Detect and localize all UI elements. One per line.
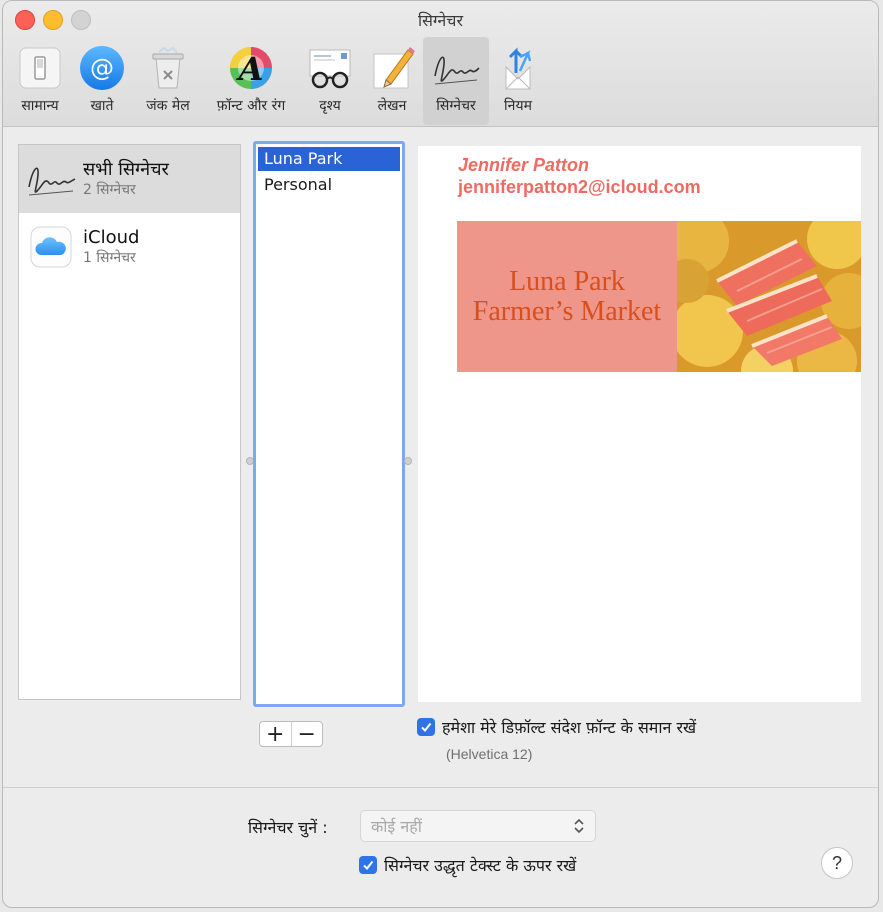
tab-junk-mail-label: जंक मेल bbox=[146, 98, 190, 114]
tab-rules[interactable]: नियम bbox=[489, 37, 547, 125]
tab-fonts-colors-label: फ़ॉन्ट और रंग bbox=[216, 98, 286, 114]
preview-banner-image: Luna Park Farmer’s Market bbox=[457, 221, 861, 372]
tab-fonts-colors[interactable]: A फ़ॉन्ट और रंग bbox=[203, 37, 299, 125]
tab-composing-label: लेखन bbox=[377, 98, 407, 114]
svg-text:@: @ bbox=[90, 54, 114, 82]
footer-options: सिग्नेचर चुनें : कोई नहीं सिग्नेचर उद्धृ… bbox=[3, 787, 878, 907]
account-name: iCloud bbox=[83, 227, 140, 248]
titlebar: सिग्नेचर सामान्य @ खाते जंक मेल A फ़ॉन्ट… bbox=[3, 1, 878, 127]
tab-rules-label: नियम bbox=[504, 98, 532, 114]
account-name: सभी सिग्नेचर bbox=[83, 159, 169, 180]
tab-signatures-label: सिग्नेचर bbox=[436, 98, 476, 114]
up-down-chevron-icon bbox=[573, 816, 585, 840]
banner-title-line2: Farmer’s Market bbox=[472, 295, 662, 327]
choose-signature-label: सिग्नेचर चुनें : bbox=[248, 818, 328, 837]
place-above-quote-option: सिग्नेचर उद्धृत टेक्स्ट के ऊपर रखें bbox=[359, 854, 576, 876]
glasses-icon bbox=[305, 43, 355, 93]
signature-item-luna-park[interactable]: Luna Park bbox=[258, 147, 400, 171]
signatures-list[interactable]: Luna Park Personal bbox=[253, 141, 405, 707]
tab-general[interactable]: सामान्य bbox=[9, 37, 71, 125]
signature-item-personal[interactable]: Personal bbox=[258, 173, 400, 197]
account-row-all-signatures[interactable]: सभी सिग्नेचर 2 सिग्नेचर bbox=[19, 145, 240, 213]
preview-name: Jennifer Patton bbox=[458, 155, 590, 175]
choose-signature-select[interactable]: कोई नहीं bbox=[360, 810, 596, 842]
splitter-handle-right[interactable] bbox=[404, 457, 412, 465]
tab-viewing-label: दृश्य bbox=[319, 98, 341, 114]
tab-general-label: सामान्य bbox=[21, 98, 59, 114]
tab-accounts-label: खाते bbox=[90, 98, 114, 114]
checkmark-icon bbox=[421, 722, 432, 733]
choose-signature-value: कोई नहीं bbox=[371, 817, 422, 836]
help-button[interactable]: ? bbox=[821, 847, 853, 879]
match-font-option: हमेशा मेरे डिफ़ॉल्ट संदेश फ़ॉन्ट के समान… bbox=[417, 716, 696, 738]
checkmark-icon bbox=[363, 860, 374, 871]
tab-signatures[interactable]: सिग्नेचर bbox=[423, 37, 489, 125]
signature-icon bbox=[23, 151, 79, 207]
signature-preview[interactable]: Jennifer Patton jenniferpatton2@icloud.c… bbox=[418, 146, 861, 702]
tab-viewing[interactable]: दृश्य bbox=[299, 37, 361, 125]
accounts-list[interactable]: सभी सिग्नेचर 2 सिग्नेचर iCloud 1 सिग्नेच… bbox=[18, 144, 241, 700]
preview-email: jenniferpatton2@icloud.com bbox=[458, 177, 701, 197]
preferences-toolbar: सामान्य @ खाते जंक मेल A फ़ॉन्ट और रंग द… bbox=[9, 37, 547, 125]
at-sign-icon: @ bbox=[77, 43, 127, 93]
account-signature-count: 2 सिग्नेचर bbox=[83, 182, 136, 198]
tab-accounts[interactable]: @ खाते bbox=[71, 37, 133, 125]
match-font-label[interactable]: हमेशा मेरे डिफ़ॉल्ट संदेश फ़ॉन्ट के समान… bbox=[442, 716, 696, 738]
pencil-icon bbox=[367, 43, 417, 93]
font-color-icon: A bbox=[226, 43, 276, 93]
account-row-icloud[interactable]: iCloud 1 सिग्नेचर bbox=[19, 213, 240, 281]
banner-text-block: Luna Park Farmer’s Market bbox=[457, 221, 677, 372]
tab-junk-mail[interactable]: जंक मेल bbox=[133, 37, 203, 125]
rules-icon bbox=[493, 43, 543, 93]
remove-signature-button[interactable]: − bbox=[290, 722, 323, 747]
preferences-window: सिग्नेचर सामान्य @ खाते जंक मेल A फ़ॉन्ट… bbox=[2, 0, 879, 908]
match-font-checkbox[interactable] bbox=[417, 718, 435, 736]
banner-title-line1: Luna Park bbox=[509, 265, 625, 297]
svg-text:A: A bbox=[236, 50, 264, 88]
add-remove-control: + − bbox=[259, 721, 323, 747]
place-above-quote-label[interactable]: सिग्नेचर उद्धृत टेक्स्ट के ऊपर रखें bbox=[384, 854, 576, 876]
tab-composing[interactable]: लेखन bbox=[361, 37, 423, 125]
signature-icon bbox=[431, 43, 481, 93]
window-title: सिग्नेचर bbox=[417, 11, 464, 30]
trash-bin-icon bbox=[143, 43, 193, 93]
grapefruit-photo bbox=[665, 221, 861, 372]
account-signature-count: 1 सिग्नेचर bbox=[83, 250, 136, 266]
signatures-pane: सभी सिग्नेचर 2 सिग्नेचर iCloud 1 सिग्नेच… bbox=[3, 127, 878, 787]
icloud-icon bbox=[23, 219, 79, 275]
add-signature-button[interactable]: + bbox=[260, 722, 291, 747]
default-font-note: (Helvetica 12) bbox=[446, 746, 533, 762]
switch-icon bbox=[15, 43, 65, 93]
place-above-quote-checkbox[interactable] bbox=[359, 856, 377, 874]
